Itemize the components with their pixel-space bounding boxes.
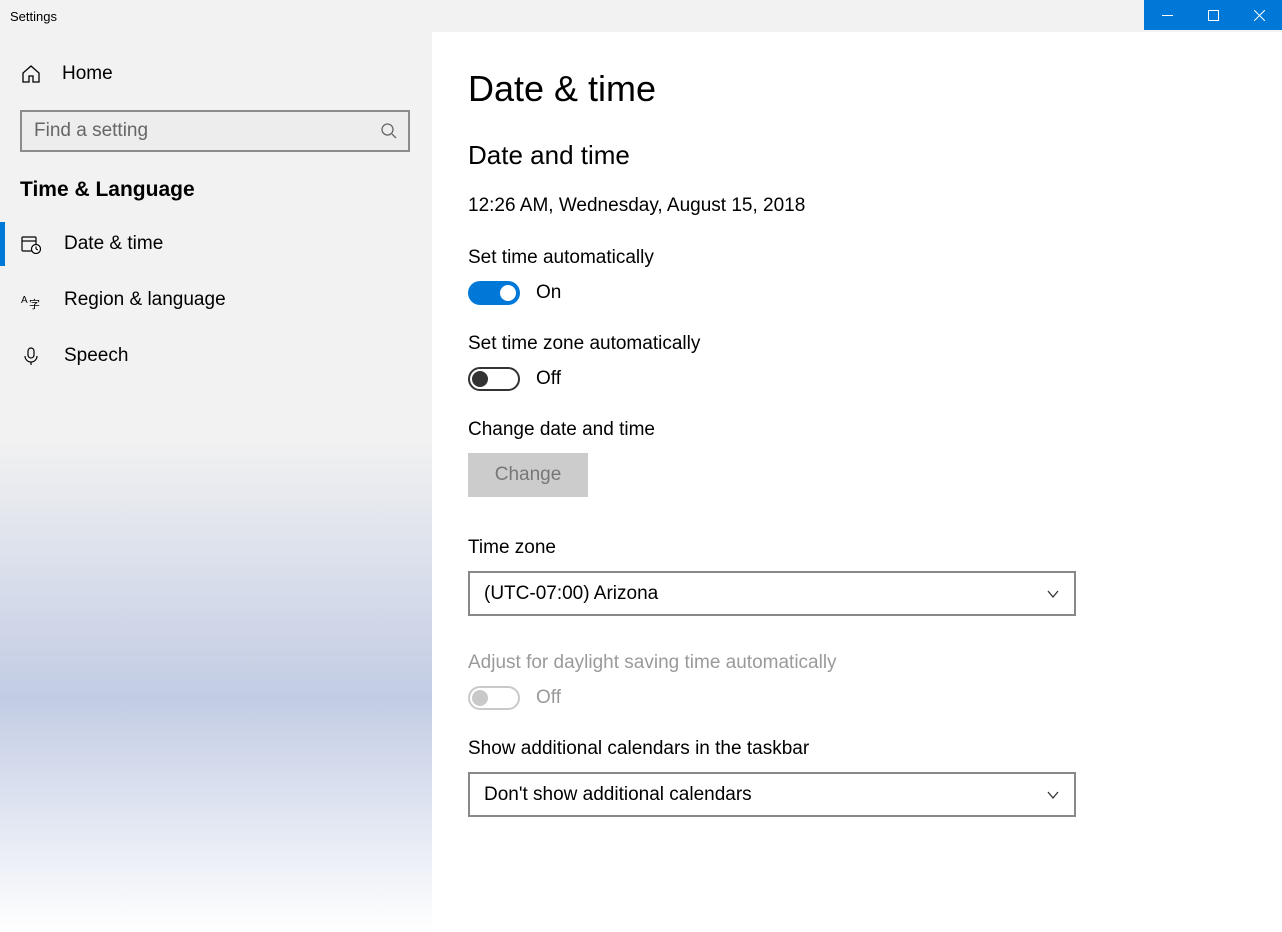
change-datetime-label: Change date and time	[468, 419, 1246, 441]
close-button[interactable]	[1236, 0, 1282, 30]
svg-text:A: A	[21, 295, 28, 306]
additional-calendars-value: Don't show additional calendars	[484, 784, 752, 806]
sidebar-item-label: Date & time	[64, 233, 163, 255]
change-button: Change	[468, 453, 588, 497]
microphone-icon	[20, 346, 42, 366]
search-placeholder: Find a setting	[34, 120, 148, 142]
calendar-clock-icon	[20, 234, 42, 254]
search-icon	[380, 122, 398, 140]
sidebar: Home Find a setting Time & Language Date…	[0, 32, 432, 932]
section-title: Date and time	[468, 140, 1246, 171]
set-time-auto-toggle[interactable]	[468, 281, 520, 305]
set-time-auto-state: On	[536, 282, 561, 304]
set-timezone-auto-label: Set time zone automatically	[468, 333, 1246, 355]
window-controls	[1144, 0, 1282, 30]
minimize-button[interactable]	[1144, 0, 1190, 30]
sidebar-home-label: Home	[62, 63, 113, 85]
home-icon	[20, 64, 42, 84]
set-timezone-auto-state: Off	[536, 368, 561, 390]
sidebar-heading: Time & Language	[0, 162, 432, 216]
language-icon: A字	[20, 290, 42, 310]
additional-calendars-label: Show additional calendars in the taskbar	[468, 738, 1246, 760]
sidebar-item-label: Speech	[64, 345, 128, 367]
sidebar-home[interactable]: Home	[0, 46, 432, 102]
sidebar-item-region-language[interactable]: A字 Region & language	[0, 272, 432, 328]
timezone-dropdown[interactable]: (UTC-07:00) Arizona	[468, 571, 1076, 616]
dst-toggle	[468, 686, 520, 710]
search-input[interactable]: Find a setting	[20, 110, 410, 152]
current-datetime: 12:26 AM, Wednesday, August 15, 2018	[468, 195, 1246, 217]
set-time-auto-label: Set time automatically	[468, 247, 1246, 269]
titlebar: Settings	[0, 0, 1282, 32]
dst-state: Off	[536, 687, 561, 709]
timezone-value: (UTC-07:00) Arizona	[484, 583, 658, 605]
svg-text:字: 字	[29, 297, 40, 310]
maximize-button[interactable]	[1190, 0, 1236, 30]
main-content: Date & time Date and time 12:26 AM, Wedn…	[432, 32, 1282, 932]
window-title: Settings	[0, 9, 57, 24]
timezone-label: Time zone	[468, 537, 1246, 559]
sidebar-item-label: Region & language	[64, 289, 226, 311]
chevron-down-icon	[1046, 788, 1060, 802]
additional-calendars-dropdown[interactable]: Don't show additional calendars	[468, 772, 1076, 817]
sidebar-item-date-time[interactable]: Date & time	[0, 216, 432, 272]
dst-label: Adjust for daylight saving time automati…	[468, 652, 1246, 674]
sidebar-item-speech[interactable]: Speech	[0, 328, 432, 384]
page-title: Date & time	[468, 68, 1246, 110]
chevron-down-icon	[1046, 587, 1060, 601]
set-timezone-auto-toggle[interactable]	[468, 367, 520, 391]
